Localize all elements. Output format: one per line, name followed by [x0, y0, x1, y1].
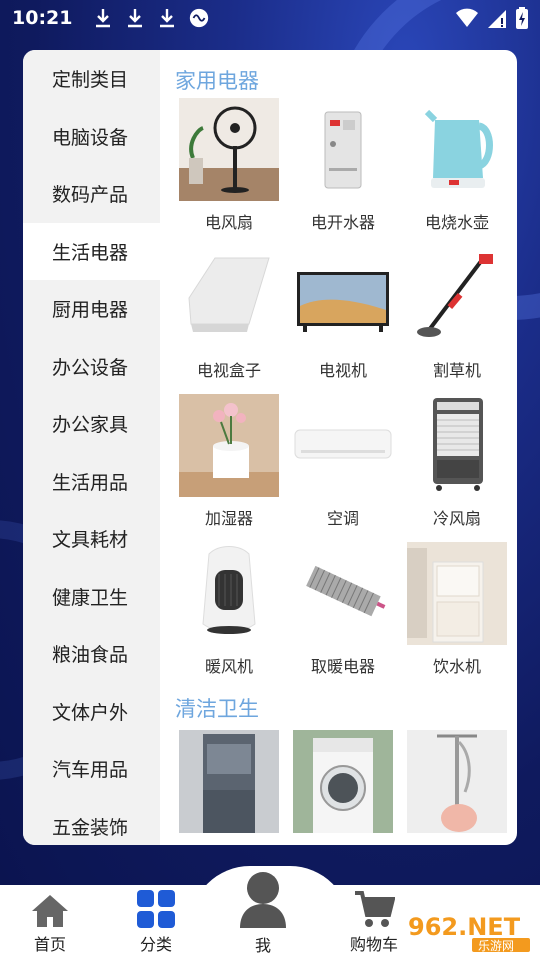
water-boiler-image	[293, 98, 393, 201]
humidifier-image	[179, 394, 279, 497]
tab-label: 首页	[33, 935, 66, 954]
tv-box-image	[179, 246, 279, 349]
product-item[interactable]: 电视盒子	[172, 246, 286, 394]
sidebar-item-hardware[interactable]: 五金装饰	[23, 798, 160, 846]
sidebar-item-stationery[interactable]: 文具耗材	[23, 510, 160, 568]
sidebar-item-label: 电脑设备	[52, 126, 129, 149]
home-icon	[32, 895, 68, 927]
product-label: 冷风扇	[432, 509, 481, 528]
product-label: 空调	[326, 509, 359, 528]
product-item[interactable]: 冷风扇	[400, 394, 514, 542]
product-item[interactable]: 割草机	[400, 246, 514, 394]
status-bar: 10:21	[0, 0, 540, 36]
sidebar-item-label: 文体户外	[52, 701, 129, 724]
tv-image	[293, 246, 393, 349]
product-label: 暖风机	[204, 657, 253, 676]
sidebar-item-food[interactable]: 粮油食品	[23, 625, 160, 683]
user-icon	[240, 872, 286, 928]
status-time: 10:21	[12, 7, 73, 29]
sidebar-item-label: 五金装饰	[52, 816, 129, 839]
product-label: 电风扇	[204, 213, 253, 232]
sidebar-item-label: 定制类目	[52, 69, 129, 92]
sidebar-item-digital[interactable]: 数码产品	[23, 165, 160, 223]
sidebar-item-label: 办公家具	[52, 414, 129, 437]
water-dispenser-image	[407, 542, 507, 645]
sidebar-item-label: 数码产品	[52, 184, 129, 207]
product-grid: 电风扇 电开水器 电烧水壶 电视盒子 电视机 割草机 加湿器 空调 冷风扇 暖风…	[160, 98, 517, 690]
product-item[interactable]	[172, 730, 286, 840]
garment-steamer-image	[407, 730, 507, 833]
sidebar-item-kitchen[interactable]: 厨用电器	[23, 280, 160, 338]
section-title: 清洁卫生	[175, 697, 259, 721]
air-cooler-image	[407, 394, 507, 497]
product-label: 饮水机	[432, 657, 481, 676]
section-title: 家用电器	[175, 69, 259, 93]
category-icon	[137, 890, 175, 928]
product-label: 电开水器	[310, 213, 375, 232]
category-sidebar: 定制类目 电脑设备 数码产品 生活电器 厨用电器 办公设备 办公家具 生活用品 …	[23, 50, 160, 845]
sidebar-item-auto[interactable]: 汽车用品	[23, 740, 160, 798]
sidebar-item-daily-goods[interactable]: 生活用品	[23, 453, 160, 511]
watermark-logo: 962.NET 乐游网	[402, 908, 534, 954]
sidebar-item-office-furniture[interactable]: 办公家具	[23, 395, 160, 453]
radiator-image	[293, 542, 393, 645]
product-label: 加湿器	[204, 509, 253, 528]
product-item[interactable]: 空调	[286, 394, 400, 542]
product-label: 电烧水壶	[424, 213, 489, 232]
sidebar-item-label: 办公设备	[52, 356, 129, 379]
product-item[interactable]: 取暖电器	[286, 542, 400, 690]
sidebar-item-label: 粮油食品	[52, 644, 129, 667]
watermark-text: 962.NET	[408, 913, 521, 941]
product-label: 取暖电器	[310, 657, 375, 676]
battery-icon	[516, 7, 528, 29]
air-conditioner-image	[293, 394, 393, 497]
category-panel: 定制类目 电脑设备 数码产品 生活电器 厨用电器 办公设备 办公家具 生活用品 …	[23, 50, 517, 845]
sidebar-item-health[interactable]: 健康卫生	[23, 568, 160, 626]
sidebar-item-label: 生活电器	[52, 241, 129, 264]
sidebar-item-office-equipment[interactable]: 办公设备	[23, 338, 160, 396]
wifi-icon	[456, 8, 478, 27]
category-content: 家用电器 电风扇 电开水器 电烧水壶 电视盒子 电视机 割草机 加湿器 空调 冷…	[160, 50, 517, 845]
cart-icon	[355, 891, 395, 927]
product-item[interactable]: 暖风机	[172, 542, 286, 690]
product-item[interactable]: 饮水机	[400, 542, 514, 690]
tab-home[interactable]: 首页	[0, 885, 100, 960]
dehumidifier-image	[179, 730, 279, 833]
product-item[interactable]: 电烧水壶	[400, 98, 514, 246]
product-label: 割草机	[432, 361, 481, 380]
washing-machine-image	[293, 730, 393, 833]
sidebar-item-home-appliances[interactable]: 生活电器	[23, 222, 160, 280]
sidebar-item-label: 汽车用品	[52, 759, 129, 782]
fan-image	[179, 98, 279, 201]
product-item[interactable]: 电开水器	[286, 98, 400, 246]
download-icon	[96, 9, 111, 28]
product-label: 电视机	[318, 361, 367, 380]
sidebar-item-label: 健康卫生	[52, 586, 129, 609]
product-item[interactable]	[286, 730, 400, 840]
product-item[interactable]	[400, 730, 514, 840]
heater-image	[179, 542, 279, 645]
product-item[interactable]: 电视机	[286, 246, 400, 394]
tab-label: 我	[254, 936, 271, 955]
sidebar-item-computer[interactable]: 电脑设备	[23, 108, 160, 166]
product-grid	[160, 730, 517, 840]
watermark-subtext: 乐游网	[478, 939, 514, 953]
tab-label: 分类	[139, 935, 172, 954]
product-label: 电视盒子	[196, 361, 261, 380]
tab-me[interactable]: 我	[213, 870, 313, 956]
download-icon	[128, 9, 143, 28]
signal-icon	[488, 10, 506, 28]
product-item[interactable]: 电风扇	[172, 98, 286, 246]
lawn-mower-image	[407, 246, 507, 349]
sidebar-item-custom[interactable]: 定制类目	[23, 50, 160, 108]
product-item[interactable]: 加湿器	[172, 394, 286, 542]
sidebar-item-sports[interactable]: 文体户外	[23, 683, 160, 741]
sidebar-item-label: 生活用品	[52, 471, 129, 494]
tab-category[interactable]: 分类	[106, 885, 206, 960]
sidebar-item-label: 厨用电器	[52, 299, 129, 322]
app-notification-icon	[190, 8, 209, 28]
sidebar-item-label: 文具耗材	[52, 529, 129, 552]
download-icon	[160, 9, 175, 28]
kettle-image	[407, 98, 507, 201]
